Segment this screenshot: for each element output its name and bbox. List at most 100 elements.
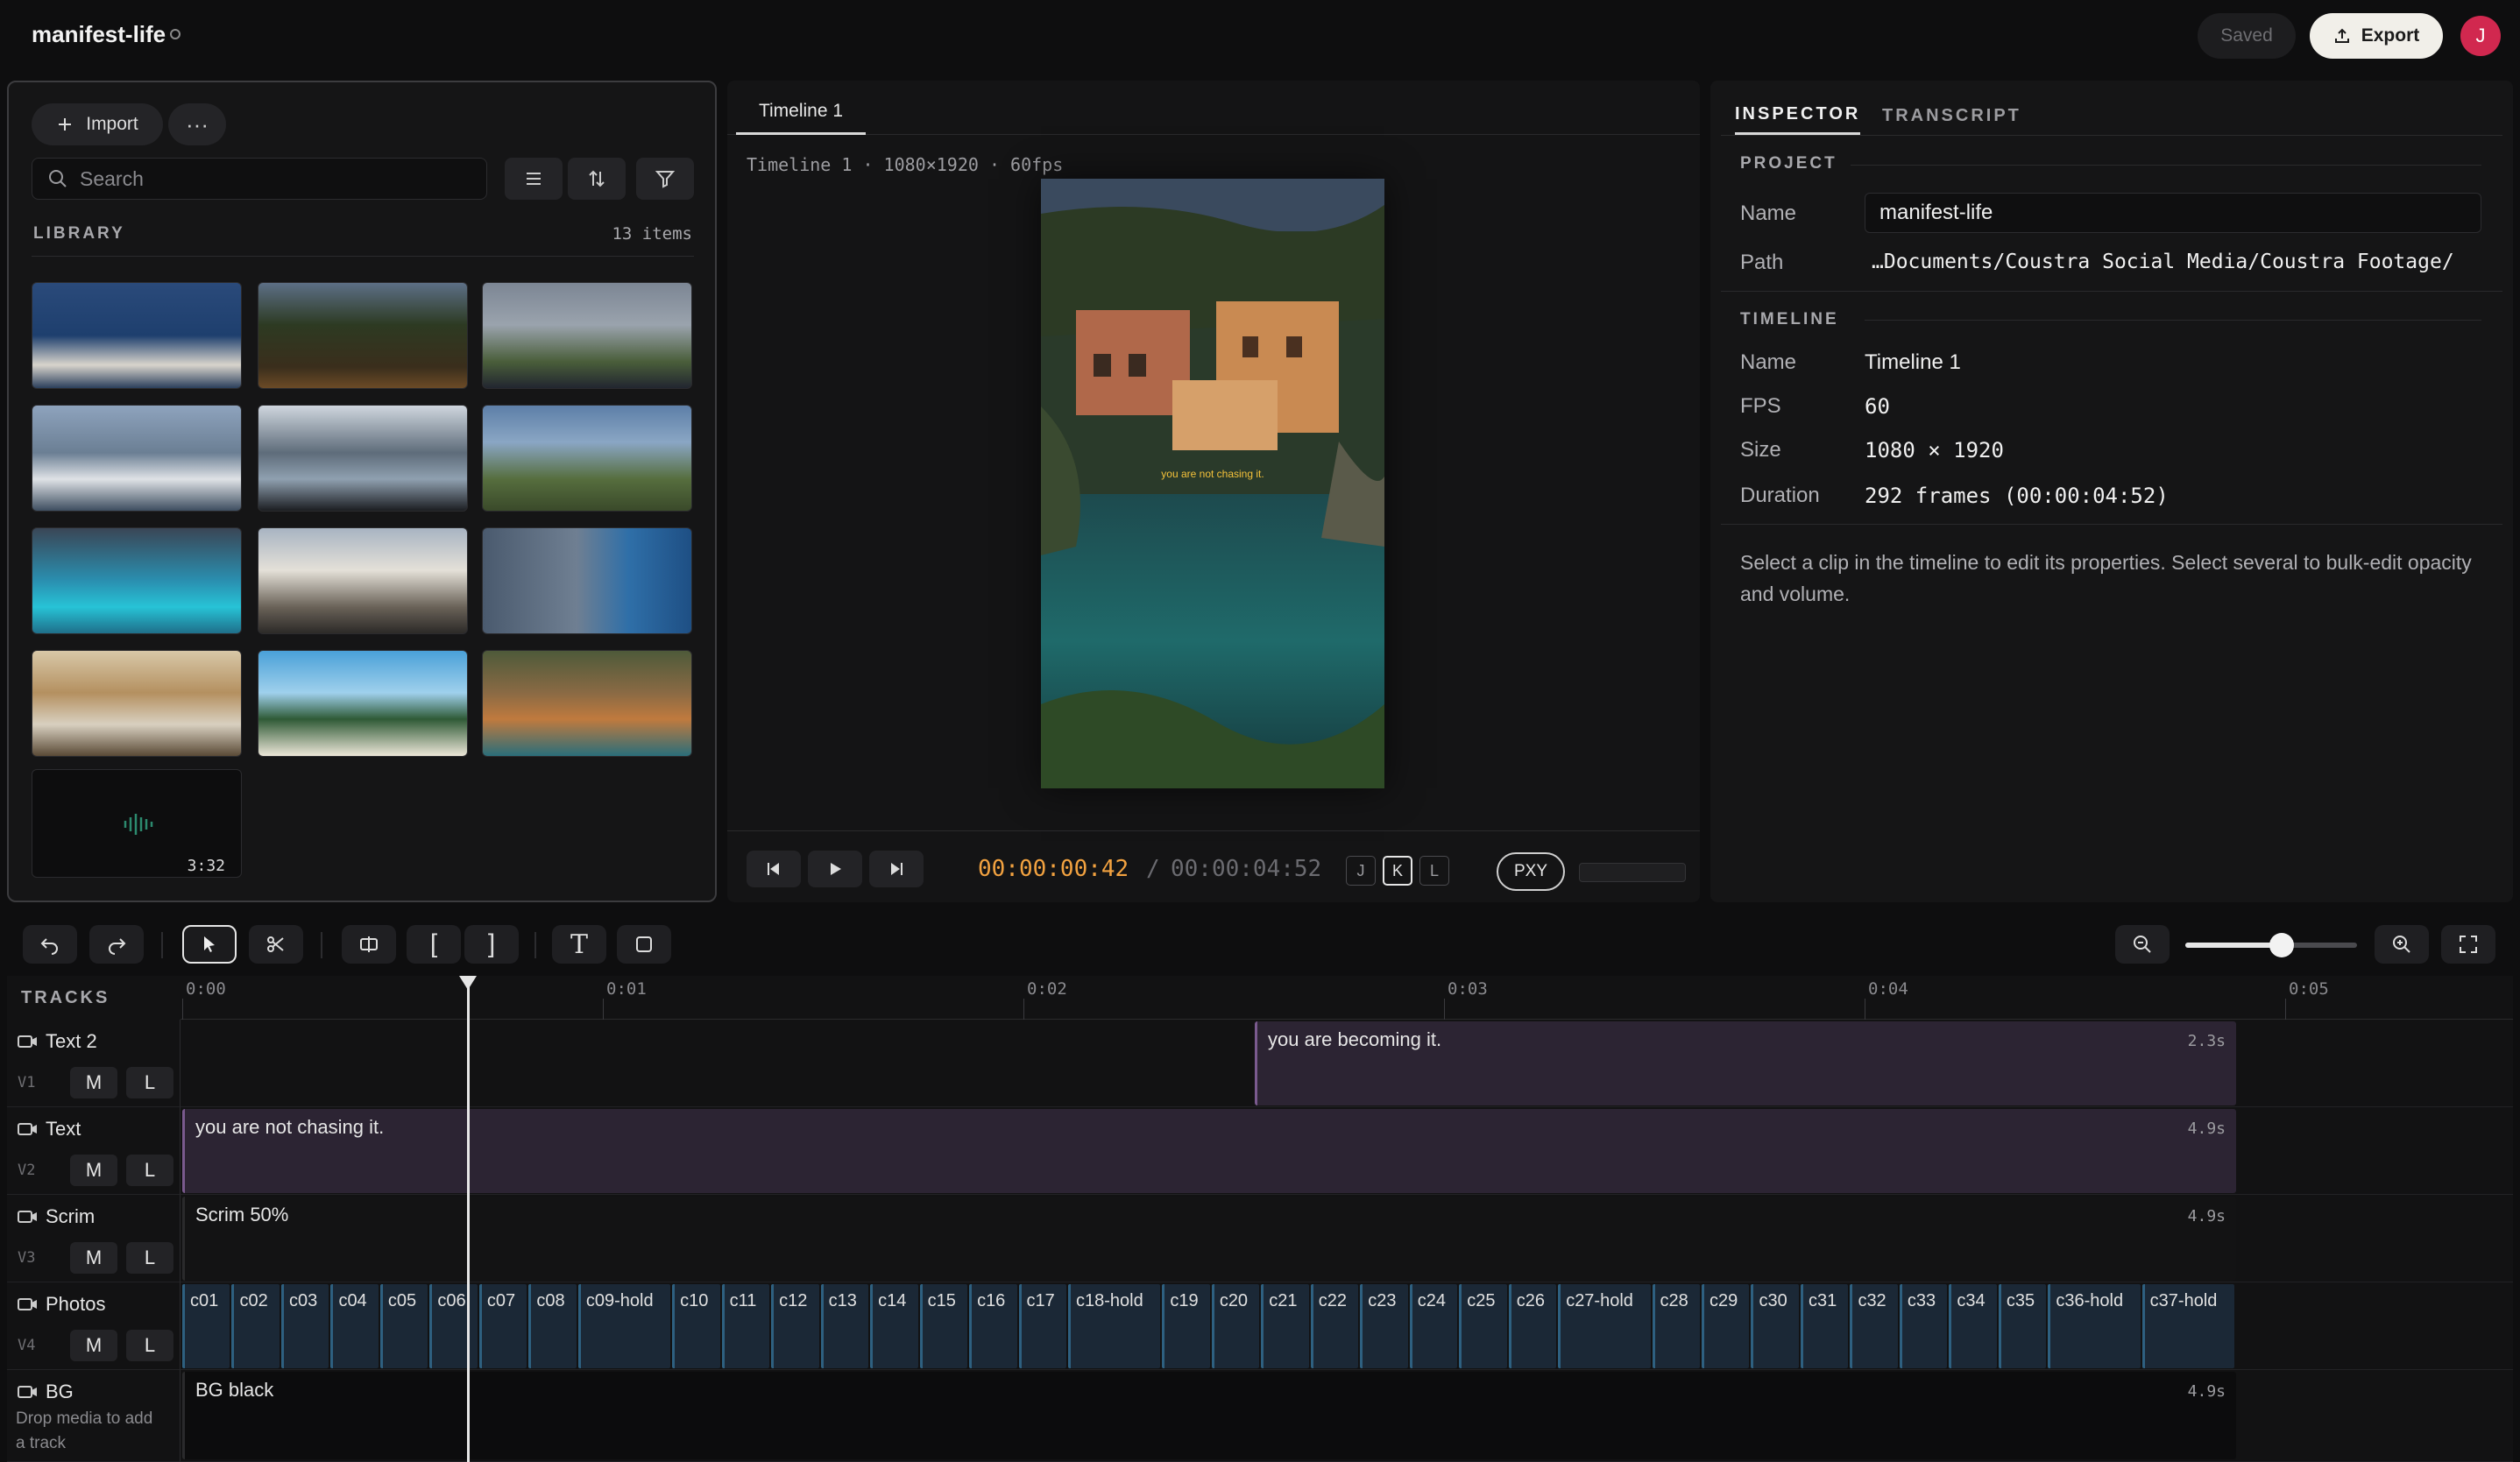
tab-transcript[interactable]: TRANSCRIPT xyxy=(1882,96,2021,135)
select-tool-button[interactable] xyxy=(182,925,237,964)
volume-meter[interactable] xyxy=(1579,863,1686,882)
photo-clip[interactable]: c12 xyxy=(771,1284,819,1368)
split-clip-button[interactable] xyxy=(342,925,396,964)
photo-clip[interactable]: c19 xyxy=(1162,1284,1210,1368)
photo-clip[interactable]: c14 xyxy=(870,1284,918,1368)
track-header-scrim[interactable]: Scrim V3 M L xyxy=(7,1195,181,1282)
project-name-field[interactable] xyxy=(1865,193,2481,233)
photo-clip[interactable]: c37-hold xyxy=(2141,1284,2234,1368)
import-button[interactable]: Import xyxy=(32,103,163,145)
photo-clip[interactable]: c03 xyxy=(280,1284,329,1368)
photo-clip[interactable]: c32 xyxy=(1850,1284,1898,1368)
track-lane-v2[interactable]: you are not chasing it. 4.9s xyxy=(181,1107,2513,1195)
photo-clip[interactable]: c01 xyxy=(182,1284,230,1368)
photo-clip[interactable]: c05 xyxy=(379,1284,428,1368)
video-preview[interactable]: you are not chasing it. xyxy=(1041,179,1384,788)
media-thumbnail[interactable] xyxy=(482,282,692,389)
user-avatar[interactable]: J xyxy=(2460,16,2501,56)
razor-tool-button[interactable] xyxy=(249,925,303,964)
lock-button[interactable]: L xyxy=(126,1330,173,1361)
proxy-toggle-button[interactable]: PXY xyxy=(1497,852,1565,891)
sort-button[interactable] xyxy=(568,158,626,200)
photo-clip[interactable]: c18-hold xyxy=(1068,1284,1161,1368)
key-k-button[interactable]: K xyxy=(1383,856,1412,886)
photo-clip[interactable]: c26 xyxy=(1508,1284,1557,1368)
audio-thumbnail[interactable]: 3:32 xyxy=(32,769,242,878)
photo-clip[interactable]: c02 xyxy=(231,1284,280,1368)
tab-inspector[interactable]: INSPECTOR xyxy=(1735,96,1861,135)
trim-start-button[interactable]: [ xyxy=(407,925,461,964)
photo-clip[interactable]: c15 xyxy=(919,1284,968,1368)
time-ruler[interactable]: 0:00 0:01 0:02 0:03 0:04 0:05 xyxy=(181,976,2513,1020)
photo-clip[interactable]: c20 xyxy=(1211,1284,1260,1368)
media-thumbnail[interactable] xyxy=(482,527,692,634)
skip-to-start-button[interactable] xyxy=(747,851,801,887)
media-thumbnail[interactable] xyxy=(32,650,242,757)
bg-clip[interactable]: BG black 4.9s xyxy=(182,1372,2236,1459)
photo-clip[interactable]: c25 xyxy=(1459,1284,1507,1368)
photo-clip[interactable]: c27-hold xyxy=(1558,1284,1651,1368)
trim-end-button[interactable]: ] xyxy=(464,925,519,964)
tab-timeline-1[interactable]: Timeline 1 xyxy=(736,89,866,135)
photo-clip[interactable]: c22 xyxy=(1310,1284,1359,1368)
play-button[interactable] xyxy=(808,851,862,887)
fit-timeline-button[interactable] xyxy=(2441,925,2495,964)
zoom-slider[interactable] xyxy=(2185,933,2357,957)
media-thumbnail[interactable] xyxy=(482,405,692,512)
lock-button[interactable]: L xyxy=(126,1067,173,1098)
photo-clip[interactable]: c35 xyxy=(1998,1284,2047,1368)
photo-clip[interactable]: c28 xyxy=(1652,1284,1700,1368)
mute-button[interactable]: M xyxy=(70,1067,117,1098)
saved-button[interactable]: Saved xyxy=(2198,13,2296,59)
zoom-in-button[interactable] xyxy=(2375,925,2429,964)
photo-clip[interactable]: c31 xyxy=(1800,1284,1849,1368)
photo-clip[interactable]: c13 xyxy=(820,1284,869,1368)
redo-button[interactable] xyxy=(89,925,144,964)
add-shape-button[interactable] xyxy=(617,925,671,964)
zoom-slider-handle[interactable] xyxy=(2269,933,2294,957)
media-thumbnail[interactable] xyxy=(32,527,242,634)
track-lane-v4[interactable]: c01 c02 c03 c04 c05 c06 c07 c08 c09-hold c10 c11 c1… xyxy=(181,1282,2513,1370)
media-thumbnail[interactable] xyxy=(482,650,692,757)
export-button[interactable]: Export xyxy=(2310,13,2443,59)
photo-clip[interactable]: c33 xyxy=(1899,1284,1948,1368)
more-options-button[interactable]: ··· xyxy=(168,103,226,145)
undo-button[interactable] xyxy=(23,925,77,964)
track-header-text[interactable]: Text V2 M L xyxy=(7,1107,181,1195)
track-lane-v3[interactable]: Scrim 50% 4.9s xyxy=(181,1195,2513,1282)
photo-clip[interactable]: c17 xyxy=(1018,1284,1066,1368)
key-l-button[interactable]: L xyxy=(1419,856,1449,886)
photo-clip[interactable]: c29 xyxy=(1701,1284,1750,1368)
media-thumbnail[interactable] xyxy=(32,405,242,512)
photo-clip[interactable]: c24 xyxy=(1409,1284,1458,1368)
filter-button[interactable] xyxy=(636,158,694,200)
track-lane-v1[interactable]: you are becoming it. 2.3s xyxy=(181,1020,2513,1107)
photo-clip[interactable]: c30 xyxy=(1751,1284,1799,1368)
zoom-out-button[interactable] xyxy=(2115,925,2170,964)
photo-clip[interactable]: c09-hold xyxy=(577,1284,671,1368)
text-clip[interactable]: you are becoming it. 2.3s xyxy=(1255,1021,2236,1105)
photo-clip[interactable]: c04 xyxy=(330,1284,379,1368)
text-clip[interactable]: you are not chasing it. 4.9s xyxy=(182,1109,2236,1193)
track-header-photos[interactable]: Photos V4 M L xyxy=(7,1282,181,1370)
photo-clip[interactable]: c16 xyxy=(969,1284,1017,1368)
scrim-clip[interactable]: Scrim 50% 4.9s xyxy=(182,1197,2236,1281)
photo-clip[interactable]: c07 xyxy=(478,1284,527,1368)
media-thumbnail[interactable] xyxy=(258,282,468,389)
lock-button[interactable]: L xyxy=(126,1242,173,1274)
playhead[interactable] xyxy=(467,976,470,1462)
track-lane-bg[interactable]: BG black 4.9s xyxy=(181,1370,2513,1462)
track-header-text-2[interactable]: Text 2 V1 M L xyxy=(7,1020,181,1107)
photo-clip[interactable]: c10 xyxy=(672,1284,720,1368)
photo-clip[interactable]: c06 xyxy=(429,1284,478,1368)
photo-clip[interactable]: c08 xyxy=(528,1284,577,1368)
mute-button[interactable]: M xyxy=(70,1155,117,1186)
photo-clip[interactable]: c23 xyxy=(1360,1284,1408,1368)
lock-button[interactable]: L xyxy=(126,1155,173,1186)
media-thumbnail[interactable] xyxy=(258,650,468,757)
skip-to-end-button[interactable] xyxy=(869,851,924,887)
mute-button[interactable]: M xyxy=(70,1330,117,1361)
search-input[interactable] xyxy=(80,166,465,191)
list-view-button[interactable] xyxy=(505,158,563,200)
media-thumbnail[interactable] xyxy=(32,282,242,389)
